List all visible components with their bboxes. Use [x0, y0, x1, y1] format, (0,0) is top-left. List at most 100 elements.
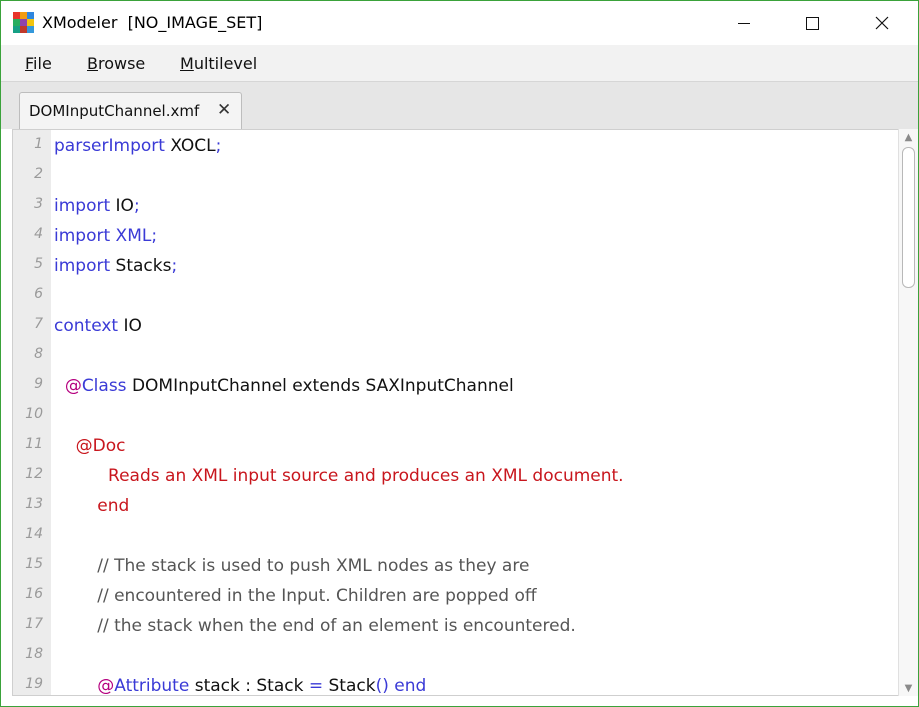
code-token: Stack [323, 676, 376, 696]
line-number: 13 [25, 496, 43, 512]
tab-close-icon[interactable]: ✕ [217, 100, 231, 120]
code-token: () end [375, 676, 427, 696]
title-bar[interactable]: XModeler [NO_IMAGE_SET] [1, 1, 918, 45]
code-token: IO [118, 316, 142, 336]
scroll-up-icon[interactable]: ▲ [899, 129, 918, 145]
code-token: context [54, 316, 119, 336]
code-line: 1 parserImport XOCL; [13, 134, 893, 164]
code-token: ; [133, 196, 140, 216]
code-line: 19 @Attribute stack : Stack = Stack() en… [13, 674, 893, 696]
editor-tab-strip: DOMInputChannel.xmf ✕ [1, 82, 918, 129]
app-name: XModeler [42, 13, 118, 32]
code-token: Class [81, 376, 127, 396]
line-number: 4 [34, 226, 43, 242]
code-line: 14 [13, 524, 893, 554]
code-line: 17 // the stack when the end of an eleme… [13, 614, 893, 644]
code-line: 12 Reads an XML input source and produce… [13, 464, 893, 494]
code-token: XOCL [164, 136, 216, 156]
code-token: ; [215, 136, 222, 156]
code-text: @Class DOMInputChannel extends SAXInputC… [54, 376, 514, 396]
scroll-down-icon[interactable]: ▼ [899, 680, 918, 696]
window-title: XModeler [NO_IMAGE_SET] [42, 13, 262, 32]
line-number: 14 [25, 526, 43, 542]
line-number: 1 [34, 136, 43, 152]
code-token: ; [151, 226, 158, 246]
logo-tile [20, 26, 27, 33]
code-text: import IO; [54, 196, 140, 216]
code-text: Reads an XML input source and produces a… [54, 466, 624, 486]
line-number: 10 [25, 406, 43, 422]
code-line: 4 import XML; [13, 224, 893, 254]
code-text: import XML; [54, 226, 157, 246]
code-line: 7 context IO [13, 314, 893, 344]
code-token: stack : Stack [189, 676, 309, 696]
tab-label: DOMInputChannel.xmf [29, 102, 200, 120]
line-number: 7 [34, 316, 43, 332]
code-token: // The stack is used to push XML nodes a… [97, 556, 530, 576]
line-number: 19 [25, 676, 43, 692]
logo-tile [27, 12, 34, 19]
code-token: Reads an XML input source and produces a… [108, 466, 624, 486]
line-number: 16 [25, 586, 43, 602]
code-token: @ [97, 676, 115, 696]
code-line: 10 [13, 404, 893, 434]
menu-file-rest: ile [33, 54, 52, 73]
code-text: // encountered in the Input. Children ar… [54, 586, 537, 606]
menu-browse[interactable]: Browse [87, 54, 145, 73]
menu-browse-mnemonic: B [87, 54, 98, 73]
close-window-button[interactable] [859, 1, 905, 45]
image-status: [NO_IMAGE_SET] [127, 13, 263, 32]
minimize-button[interactable] [721, 1, 767, 45]
code-text: parserImport XOCL; [54, 136, 221, 156]
code-token: Stacks [110, 256, 172, 276]
code-token: end [97, 496, 130, 516]
logo-tile [20, 12, 27, 19]
menu-browse-rest: rowse [97, 54, 146, 73]
menu-file-mnemonic: F [25, 54, 34, 73]
code-token: = [308, 676, 324, 696]
minimize-icon [738, 22, 750, 24]
logo-tile [20, 19, 27, 26]
code-token: // the stack when the end of an element … [97, 616, 576, 636]
code-token: @Doc [75, 436, 126, 456]
line-number: 8 [34, 346, 43, 362]
logo-tile [27, 26, 34, 33]
maximize-button[interactable] [789, 1, 835, 45]
code-line: 5 import Stacks; [13, 254, 893, 284]
logo-tile [13, 12, 20, 19]
menu-bar: File Browse Multilevel [1, 45, 918, 82]
code-text: end [54, 496, 129, 516]
code-text: @Doc [54, 436, 126, 456]
scrollbar-thumb[interactable] [902, 147, 915, 288]
line-number: 2 [34, 166, 43, 182]
code-token: // encountered in the Input. Children ar… [97, 586, 537, 606]
code-token: import [54, 196, 111, 216]
menu-file[interactable]: File [25, 54, 52, 73]
tab-domInputChannel[interactable]: DOMInputChannel.xmf ✕ [19, 92, 242, 129]
code-text: // The stack is used to push XML nodes a… [54, 556, 529, 576]
app-window: XModeler [NO_IMAGE_SET] File Browse Mult… [0, 0, 919, 707]
code-line: 11 @Doc [13, 434, 893, 464]
code-line: 6 [13, 284, 893, 314]
code-token: import [54, 256, 111, 276]
code-text: import Stacks; [54, 256, 177, 276]
code-line: 3 import IO; [13, 194, 893, 224]
code-token: Attribute [114, 676, 190, 696]
line-number: 6 [34, 286, 43, 302]
code-token: IO [110, 196, 134, 216]
code-token: DOMInputChannel extends SAXInputChannel [126, 376, 514, 396]
menu-multilevel-mnemonic: M [180, 54, 194, 73]
code-editor[interactable]: 1 parserImport XOCL; 2 3 import IO; 4 import X… [12, 129, 899, 696]
maximize-icon [805, 16, 819, 30]
code-token: XML [110, 226, 152, 246]
code-token: import [54, 226, 111, 246]
menu-multilevel[interactable]: Multilevel [180, 54, 257, 73]
logo-tile [27, 19, 34, 26]
vertical-scrollbar[interactable]: ▲ ▼ [898, 129, 918, 696]
code-line: 15 // The stack is used to push XML node… [13, 554, 893, 584]
line-number: 9 [34, 376, 43, 392]
code-token: ; [171, 256, 178, 276]
code-line: 8 [13, 344, 893, 374]
code-token: parserImport [54, 136, 165, 156]
line-number: 12 [25, 466, 43, 482]
